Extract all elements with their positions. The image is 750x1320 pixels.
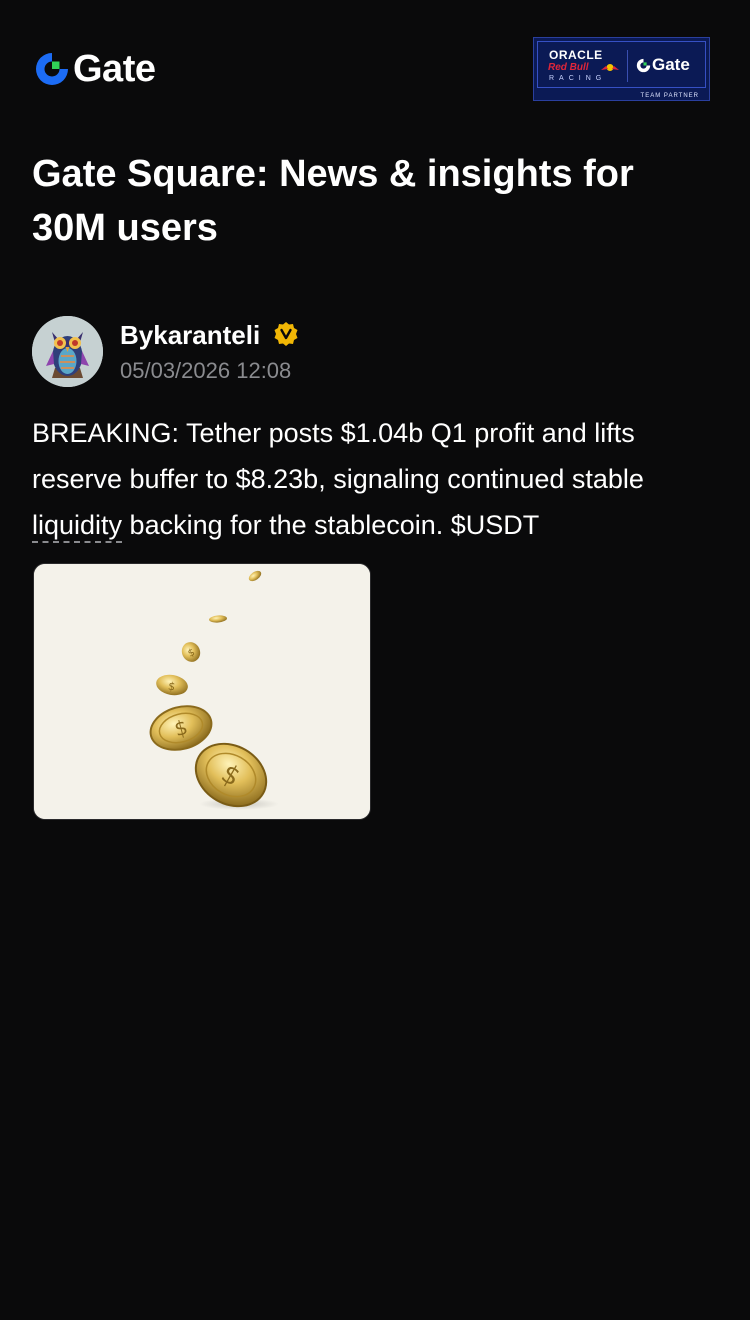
partner-gate-text: Gate [652,55,690,74]
post-body-text: BREAKING: Tether posts $1.04b Q1 profit … [32,418,644,494]
post-body-text-end: backing for the stablecoin. $USDT [122,510,540,540]
redbull-wordmark: Red Bull [548,62,589,73]
post-image[interactable]: $ $ $ $ [33,563,371,820]
owl-avatar-icon [32,316,103,387]
partner-badge-frame: ORACLE Red Bull RACING Gate [537,41,706,88]
liquidity-term-link[interactable]: liquidity [32,510,123,543]
author-name[interactable]: Bykaranteli [120,319,260,351]
racing-wordmark: RACING [549,75,607,82]
gate-logo[interactable]: Gate [34,48,156,90]
verified-badge-icon [274,322,298,346]
gate-logo-icon [636,58,651,72]
logo-text: Gate [73,48,156,90]
red-bull-icon [601,64,619,71]
page-title: Gate Square: News & insights for 30M use… [32,153,634,249]
post-author: Bykaranteli 05/03/2026 12:08 [32,316,718,388]
post-body: BREAKING: Tether posts $1.04b Q1 profit … [32,410,722,548]
gold-coins-falling-image: $ $ $ $ [34,564,370,819]
partner-gate-logo: Gate [636,55,690,75]
team-partner-badge[interactable]: ORACLE Red Bull RACING Gate TEAM PARTNER [533,37,710,101]
team-partner-label: TEAM PARTNER [640,93,699,99]
post-timestamp: 05/03/2026 12:08 [120,358,292,383]
site-header: Gate ORACLE Red Bull RACING Gate TEAM PA… [0,0,750,130]
gate-logo-icon [36,53,68,85]
partner-divider [627,50,628,82]
oracle-wordmark: ORACLE [549,48,603,62]
avatar[interactable] [32,316,103,387]
